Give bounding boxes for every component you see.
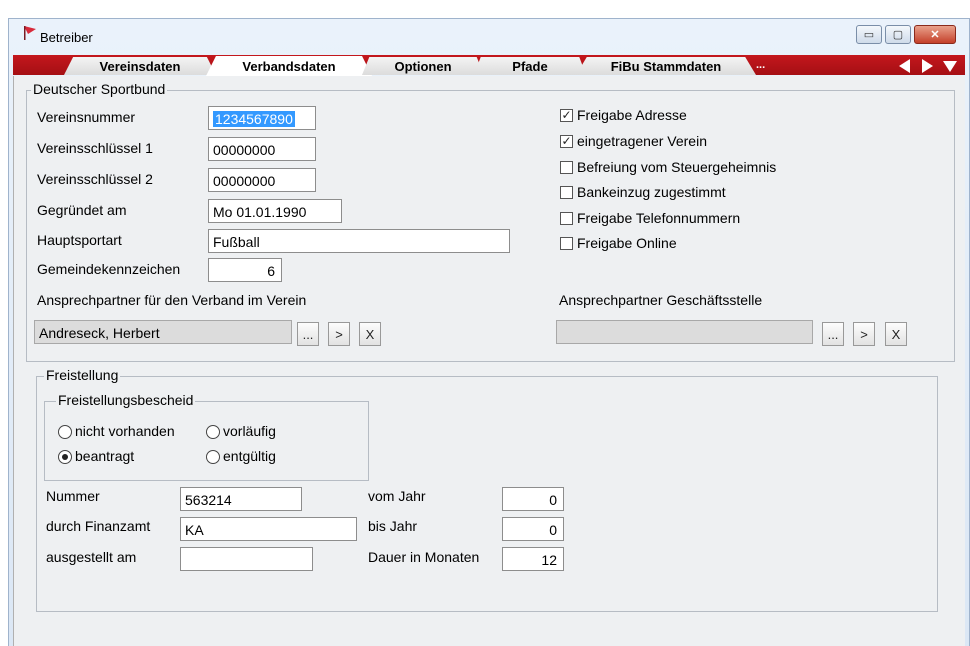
vom-jahr-label: vom Jahr	[368, 488, 426, 504]
ansprech-verband-open-button[interactable]: >	[328, 322, 350, 346]
radio-nicht-vorhanden-label: nicht vorhanden	[75, 423, 175, 439]
freigabe-telefon-checkbox[interactable]	[560, 212, 573, 225]
ausgestellt-label: ausgestellt am	[46, 549, 137, 565]
freigabe-adresse-label: Freigabe Adresse	[577, 107, 687, 123]
ansprech-gs-browse-button[interactable]: ...	[822, 322, 844, 346]
bis-jahr-input[interactable]: 0	[502, 517, 564, 541]
eingetragener-verein-checkbox[interactable]: ✓	[560, 135, 573, 148]
tab-more-indicator[interactable]: ...	[756, 59, 765, 71]
group-legend-freistellung: Freistellung	[44, 367, 121, 383]
tab-verbandsdaten[interactable]: Verbandsdaten	[206, 56, 372, 76]
vereinsschluessel1-input[interactable]: 00000000	[208, 137, 316, 161]
ansprech-verband-label: Ansprechpartner für den Verband im Verei…	[37, 292, 307, 308]
radio-vorlaeufig[interactable]	[206, 425, 220, 439]
gemeindekennzeichen-input[interactable]: 6	[208, 258, 282, 282]
app-flag-icon	[24, 26, 36, 40]
close-button[interactable]: ✕	[914, 25, 956, 44]
ansprech-gs-open-button[interactable]: >	[853, 322, 875, 346]
tab-fibu-stammdaten[interactable]: FiBu Stammdaten	[576, 57, 756, 75]
bankeinzug-checkbox[interactable]	[560, 186, 573, 199]
vereinsschluessel2-input[interactable]: 00000000	[208, 168, 316, 192]
eingetragener-verein-label: eingetragener Verein	[577, 133, 707, 149]
befreiung-steuergeheimnis-checkbox[interactable]	[560, 161, 573, 174]
ansprech-verband-field: Andreseck, Herbert	[34, 320, 292, 344]
ausgestellt-input[interactable]	[180, 547, 313, 571]
ansprech-gs-label: Ansprechpartner Geschäftsstelle	[559, 292, 763, 308]
radio-nicht-vorhanden[interactable]	[58, 425, 72, 439]
freigabe-adresse-checkbox[interactable]: ✓	[560, 109, 573, 122]
hauptsportart-input[interactable]: Fußball	[208, 229, 510, 253]
radio-beantragt-label: beantragt	[75, 448, 135, 464]
tab-vereinsdaten[interactable]: Vereinsdaten	[64, 57, 216, 75]
dauer-monate-label: Dauer in Monaten	[368, 549, 480, 565]
maximize-button[interactable]: ▢	[885, 25, 911, 44]
gegruendet-date-input[interactable]: Mo 01.01.1990	[208, 199, 342, 223]
ansprech-verband-browse-button[interactable]: ...	[297, 322, 319, 346]
ansprech-gs-clear-button[interactable]: X	[885, 322, 907, 346]
ansprech-gs-field	[556, 320, 813, 344]
finanzamt-label: durch Finanzamt	[46, 518, 151, 534]
freigabe-telefon-label: Freigabe Telefonnummern	[577, 210, 741, 226]
group-legend-dsb: Deutscher Sportbund	[31, 81, 168, 97]
vom-jahr-input[interactable]: 0	[502, 487, 564, 511]
gemeindekennzeichen-label: Gemeindekennzeichen	[37, 261, 181, 277]
bankeinzug-label: Bankeinzug zugestimmt	[577, 184, 726, 200]
radio-vorlaeufig-label: vorläufig	[223, 423, 276, 439]
radio-entgueltig-label: entgültig	[223, 448, 276, 464]
vereinsnummer-label: Vereinsnummer	[37, 109, 136, 125]
tab-scroll-right-icon[interactable]	[922, 59, 933, 73]
freigabe-online-checkbox[interactable]	[560, 237, 573, 250]
group-freistellungsbescheid	[44, 401, 369, 481]
group-legend-bescheid: Freistellungsbescheid	[56, 392, 196, 408]
nummer-label: Nummer	[46, 488, 100, 504]
gegruendet-label: Gegründet am	[37, 202, 127, 218]
minimize-button[interactable]: ▭	[856, 25, 882, 44]
ansprech-verband-clear-button[interactable]: X	[359, 322, 381, 346]
hauptsportart-label: Hauptsportart	[37, 232, 122, 248]
tab-scroll-left-icon[interactable]	[899, 59, 910, 73]
vereinsschluessel1-label: Vereinsschlüssel 1	[37, 140, 153, 156]
freigabe-online-label: Freigabe Online	[577, 235, 677, 251]
bis-jahr-label: bis Jahr	[368, 518, 418, 534]
vereinsnummer-input[interactable]: 1234567890	[208, 106, 316, 130]
finanzamt-input[interactable]: KA	[180, 517, 357, 541]
nummer-input[interactable]: 563214	[180, 487, 302, 511]
tab-dropdown-icon[interactable]	[943, 61, 957, 72]
radio-entgueltig[interactable]	[206, 450, 220, 464]
tab-optionen[interactable]: Optionen	[362, 57, 484, 75]
window-title: Betreiber	[40, 30, 93, 45]
dauer-monate-input[interactable]: 12	[502, 547, 564, 571]
tab-pfade[interactable]: Pfade	[474, 57, 586, 75]
befreiung-steuergeheimnis-label: Befreiung vom Steuergeheimnis	[577, 159, 777, 175]
vereinsschluessel2-label: Vereinsschlüssel 2	[37, 171, 153, 187]
radio-beantragt[interactable]	[58, 450, 72, 464]
